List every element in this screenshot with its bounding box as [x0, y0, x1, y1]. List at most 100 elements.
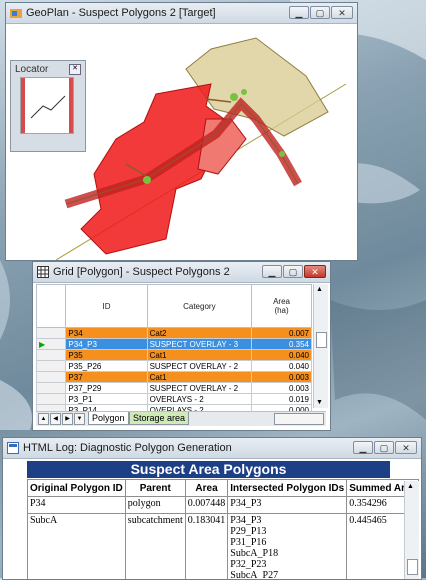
- last-tab-icon[interactable]: ▼: [74, 413, 85, 425]
- grid-window: Grid [Polygon] - Suspect Polygons 2 ▁ ▢ …: [32, 261, 331, 431]
- grid-table: ID Category Area (ha) P34 Cat2 0.007 ▶ P34_P…: [35, 284, 312, 416]
- log-column-header: Intersected Polygon IDs: [227, 479, 348, 497]
- current-row-icon: ▶: [39, 339, 46, 349]
- cell-area[interactable]: 0.040: [251, 360, 312, 372]
- column-header-id[interactable]: ID: [65, 284, 148, 328]
- close-button[interactable]: ✕: [331, 6, 353, 19]
- log-cell-parent: polygon: [124, 496, 186, 514]
- scroll-thumb[interactable]: [316, 332, 327, 348]
- row-selector[interactable]: [35, 393, 67, 405]
- minimize-button[interactable]: ▁: [289, 6, 309, 19]
- row-selector[interactable]: [35, 327, 67, 339]
- node: [241, 89, 247, 95]
- row-selector[interactable]: [35, 382, 67, 394]
- log-titlebar[interactable]: HTML Log: Diagnostic Polygon Generation …: [3, 438, 421, 459]
- close-button[interactable]: ✕: [304, 265, 326, 278]
- locator-panel[interactable]: Locator ✕: [10, 60, 86, 152]
- table-row[interactable]: P37_P29 SUSPECT OVERLAY - 2 0.003: [35, 382, 312, 394]
- maximize-button[interactable]: ▢: [374, 441, 394, 454]
- cell-area[interactable]: 0.019: [251, 393, 312, 405]
- next-tab-icon[interactable]: ▶: [62, 413, 73, 425]
- cell-area[interactable]: 0.007: [251, 327, 312, 339]
- scroll-down-icon[interactable]: ▼: [316, 399, 323, 406]
- cell-category[interactable]: Cat1: [146, 371, 253, 383]
- row-selector[interactable]: [35, 360, 67, 372]
- cell-area[interactable]: 0.003: [251, 382, 312, 394]
- log-cell-area: 0.007448: [184, 496, 229, 514]
- row-selector[interactable]: [35, 349, 67, 361]
- grid-vertical-scrollbar[interactable]: ▲ ▼: [313, 284, 328, 408]
- row-selector-header: [35, 284, 67, 328]
- table-row[interactable]: P37 Cat1 0.003: [35, 371, 312, 383]
- scroll-up-icon[interactable]: ▲: [407, 483, 414, 490]
- maximize-button[interactable]: ▢: [283, 265, 303, 278]
- locator-title: Locator: [15, 64, 49, 75]
- minimize-button[interactable]: ▁: [353, 441, 373, 454]
- log-row: SubcA subcatchment 0.183041 P34_P3 P29_P13 P3…: [27, 513, 420, 579]
- prev-tab-icon[interactable]: ◀: [50, 413, 61, 425]
- minimize-button[interactable]: ▁: [262, 265, 282, 278]
- locator-close-icon[interactable]: ✕: [69, 64, 81, 75]
- log-banner: Suspect Area Polygons: [27, 461, 390, 478]
- scroll-up-icon[interactable]: ▲: [316, 286, 323, 293]
- table-row[interactable]: P34 Cat2 0.007: [35, 327, 312, 339]
- tab-storage-area[interactable]: Storage area: [129, 412, 190, 425]
- cell-id[interactable]: P34_P3: [65, 338, 148, 350]
- grid-title: Grid [Polygon] - Suspect Polygons 2: [53, 266, 230, 278]
- row-selector[interactable]: [35, 371, 67, 383]
- grid-icon: [37, 266, 49, 278]
- intersected-polygon-id: P31_P16: [230, 537, 267, 548]
- log-row: P34 polygon 0.007448 P34_P3 0.354296: [27, 496, 420, 514]
- maximize-button[interactable]: ▢: [310, 6, 330, 19]
- table-row[interactable]: P3_P1 OVERLAYS - 2 0.019: [35, 393, 312, 405]
- grid-horizontal-scrollbar[interactable]: [274, 413, 324, 425]
- cell-id[interactable]: P3_P1: [65, 393, 148, 405]
- map-canvas[interactable]: Locator ✕: [6, 24, 357, 261]
- cell-category[interactable]: OVERLAYS - 2: [146, 393, 253, 405]
- tab-polygon[interactable]: Polygon: [88, 412, 129, 425]
- cell-id[interactable]: P35: [65, 349, 148, 361]
- intersected-polygon-id: P32_P23: [230, 559, 267, 570]
- grid-titlebar[interactable]: Grid [Polygon] - Suspect Polygons 2 ▁ ▢ …: [33, 262, 330, 283]
- html-log-window: HTML Log: Diagnostic Polygon Generation …: [2, 437, 422, 580]
- column-header-category[interactable]: Category: [146, 284, 253, 328]
- locator-map[interactable]: [20, 77, 74, 134]
- cell-category[interactable]: SUSPECT OVERLAY - 2: [146, 360, 253, 372]
- scroll-thumb[interactable]: [407, 559, 418, 575]
- log-cell-area: 0.183041: [184, 513, 229, 579]
- cell-area[interactable]: 0.040: [251, 349, 312, 361]
- first-tab-icon[interactable]: ▲: [38, 413, 49, 425]
- intersected-polygon-id: P34_P3: [230, 498, 262, 509]
- cell-category[interactable]: SUSPECT OVERLAY - 2: [146, 382, 253, 394]
- table-row[interactable]: P35 Cat1 0.040: [35, 349, 312, 361]
- row-selector[interactable]: ▶: [35, 338, 67, 350]
- log-content[interactable]: Suspect Area Polygons Original Polygon I…: [3, 459, 421, 579]
- intersected-polygon-id: P29_P13: [230, 526, 267, 537]
- log-column-header: Original Polygon ID: [27, 479, 126, 497]
- geoplan-app-icon: [10, 9, 22, 18]
- cell-category[interactable]: Cat2: [146, 327, 253, 339]
- cell-id[interactable]: P35_P26: [65, 360, 148, 372]
- geoplan-window: GeoPlan - Suspect Polygons 2 [Target] ▁ …: [5, 2, 358, 261]
- close-button[interactable]: ✕: [395, 441, 417, 454]
- cell-id[interactable]: P34: [65, 327, 148, 339]
- geoplan-title: GeoPlan - Suspect Polygons 2 [Target]: [26, 7, 216, 19]
- cell-id[interactable]: P37: [65, 371, 148, 383]
- log-cell-original: P34: [27, 496, 126, 514]
- log-table: Original Polygon ID Parent Area Intersected…: [27, 479, 420, 579]
- log-vertical-scrollbar[interactable]: ▲ ▼: [404, 481, 419, 579]
- cell-area[interactable]: 0.354: [251, 338, 312, 350]
- cell-category[interactable]: Cat1: [146, 349, 253, 361]
- cell-area[interactable]: 0.003: [251, 371, 312, 383]
- table-row[interactable]: ▶ P34_P3 SUSPECT OVERLAY - 3 0.354: [35, 338, 312, 350]
- log-cell-intersected: P34_P3: [227, 496, 348, 514]
- intersected-polygon-id: SubcA_P18: [230, 548, 279, 559]
- log-cell-parent: subcatchment: [124, 513, 186, 579]
- geoplan-titlebar[interactable]: GeoPlan - Suspect Polygons 2 [Target] ▁ …: [6, 3, 357, 24]
- table-row[interactable]: P35_P26 SUSPECT OVERLAY - 2 0.040: [35, 360, 312, 372]
- cell-category[interactable]: SUSPECT OVERLAY - 3: [146, 338, 253, 350]
- column-header-area[interactable]: Area (ha): [251, 284, 312, 328]
- log-icon: [7, 442, 19, 454]
- log-title: HTML Log: Diagnostic Polygon Generation: [23, 442, 232, 454]
- cell-id[interactable]: P37_P29: [65, 382, 148, 394]
